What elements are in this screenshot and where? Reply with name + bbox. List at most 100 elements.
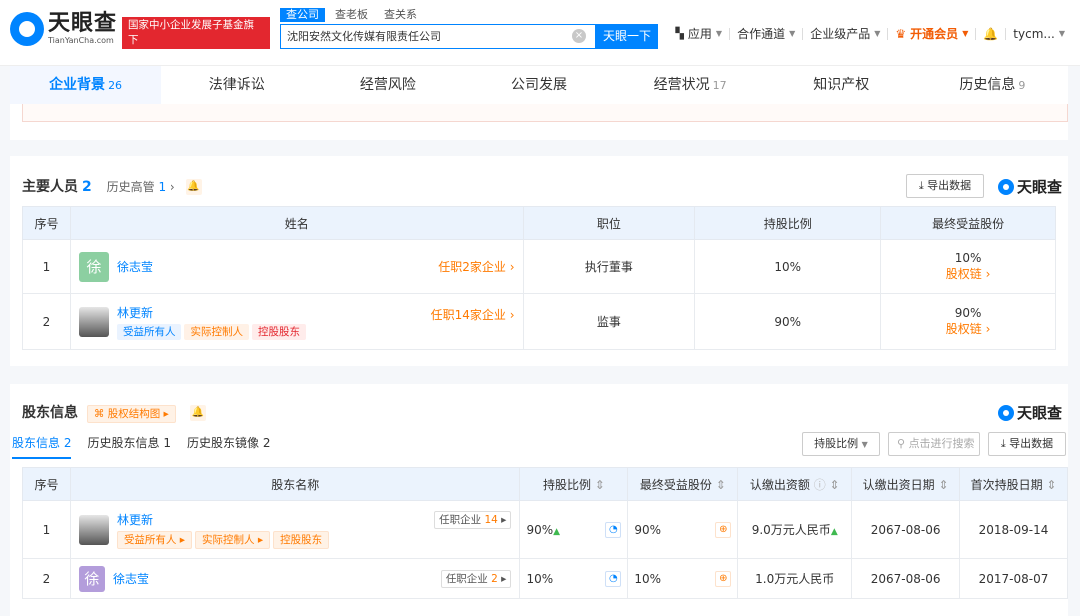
help-icon[interactable]: ⓘ [814,478,826,492]
structure-icon: ⌘ [93,408,105,420]
logo-name: 天眼查 [48,11,118,36]
tab-search-relation[interactable]: 查关系 [378,8,423,22]
brand-watermark: 天眼查 [998,176,1062,197]
export-data-button[interactable]: ⤓ 导出数据 [906,174,984,198]
column-header: 股东名称 [69,467,521,501]
column-header: 最终受益股份 [880,206,1056,240]
positions-button[interactable]: 任职企业 2 ▸ [440,569,512,588]
bell-icon[interactable]: 🔔 [189,405,206,421]
chevron-down-icon: ▼ [962,29,969,38]
person-name-link[interactable]: 徐志莹 [117,258,153,275]
trend-up-icon: ▲ [553,526,561,537]
key-personnel-section: 主要人员 2 历史高管 1 › 🔔 ⤓ 导出数据 天眼查 序号 姓名 职位 持股比… [10,156,1068,366]
logo-eye-icon [10,12,44,46]
sort-icon: ⇕ [715,477,726,492]
section-title: 股东信息 ⌘ 股权结构图 ▸ 🔔 [22,405,206,423]
nav-vip[interactable]: ♛ 开通会员 ▼ [888,28,977,40]
site-logo[interactable]: 天眼查 TianYanCha.com [10,12,117,46]
shareholder-name-link[interactable]: 林更新 [117,511,332,528]
nav-user-menu[interactable]: tycm... ▼ [1006,28,1072,40]
tab-search-boss[interactable]: 查老板 [329,8,374,22]
download-icon: ⤓ [1000,437,1010,450]
equity-chain-link[interactable]: 股权链 › [881,265,1055,282]
logo-eye-icon [998,178,1014,195]
target-icon[interactable]: ⊕ [715,570,732,587]
history-executives-link[interactable]: 历史高管 1 › [107,180,175,194]
tab-background[interactable]: 企业背景 26 [10,66,162,104]
tag-actual-controller[interactable]: 实际控制人 ▸ [195,530,271,549]
tab-ip[interactable]: 知识产权 [766,66,917,104]
tag-controlling-shareholder[interactable]: 控股股东 [251,323,306,340]
tab-operations[interactable]: 经营状况 17 [615,66,766,104]
trend-up-icon: ▲ [830,527,838,537]
search-type-tabs: 查公司 查老板 查关系 [280,8,423,22]
grid-icon: ▚ [675,27,684,40]
chevron-down-icon: ▼ [861,440,868,449]
shareholder-table: 序号 股东名称 持股比例 ⇕ 最终受益股份 ⇕ 认缴出资额 ⓘ ⇕ 认缴出资日期… [22,467,1068,599]
tab-history-shareholders[interactable]: 历史股东信息 1 [87,434,170,459]
column-header-sortable[interactable]: 认缴出资额 ⓘ ⇕ [737,467,853,501]
top-nav: ▚ 应用 ▼ 合作通道 ▼ 企业级产品 ▼ ♛ 开通会员 ▼ 🔔 tycm... ▼ [668,28,1072,40]
shareholder-subtabs: 股东信息 2 历史股东信息 1 历史股东镜像 2 [12,434,270,459]
bell-icon: 🔔 [983,27,999,41]
export-data-button[interactable]: ⤓ 导出数据 [988,432,1066,456]
clear-icon[interactable]: × [572,29,586,43]
nav-apps[interactable]: ▚ 应用 ▼ [668,27,731,40]
bell-icon[interactable]: 🔔 [185,179,202,195]
table-row: 2 徐 徐志莹 任职企业 2 ▸ 10% ◔ 10% ⊕ 1.0万元人民币 2067… [22,558,1068,599]
column-header: 姓名 [69,206,524,240]
pie-chart-icon[interactable]: ◔ [605,521,622,538]
tab-history-mirror[interactable]: 历史股东镜像 2 [187,434,270,459]
column-header: 持股比例 [694,206,882,240]
tab-litigation[interactable]: 法律诉讼 [161,66,312,104]
target-icon[interactable]: ⊕ [715,521,732,538]
tag-beneficial-owner[interactable]: 受益所有人 ▸ [116,530,193,549]
column-header-sortable[interactable]: 认缴出资日期 ⇕ [851,467,961,501]
table-row: 1 徐 徐志莹 任职2家企业 › 执行董事 10% 10% 股权链 › [22,239,1056,294]
sort-icon: ⇕ [938,477,949,492]
search-icon: ⚲ [897,437,909,450]
tab-history[interactable]: 历史信息 9 [917,66,1068,104]
section-title: 主要人员 2 历史高管 1 › 🔔 [22,179,202,195]
avatar: 徐 [78,251,109,282]
person-name-link[interactable]: 林更新 [117,304,309,321]
tag-beneficial-owner[interactable]: 受益所有人 [116,323,182,340]
column-header: 序号 [22,467,71,501]
tab-search-company[interactable]: 查公司 [280,8,325,22]
sort-icon: ⇕ [829,477,840,492]
personnel-table: 序号 姓名 职位 持股比例 最终受益股份 1 徐 徐志莹 任职2家企业 › 执行… [22,206,1056,350]
shareholder-name-link[interactable]: 徐志莹 [113,570,149,587]
equity-chain-link[interactable]: 股权链 › [881,320,1055,337]
nav-enterprise-products[interactable]: 企业级产品 ▼ [803,28,889,40]
tag-actual-controller[interactable]: 实际控制人 [184,323,249,340]
nav-notifications[interactable]: 🔔 [976,27,1007,41]
tab-risk[interactable]: 经营风险 [312,66,463,104]
avatar-photo [78,306,109,337]
positions-button[interactable]: 任职企业 14 ▸ [434,510,512,529]
table-row: 2 林更新 受益所有人 实际控制人 控股股东 任职14家企业 › 监事 90% … [22,293,1056,350]
tab-development[interactable]: 公司发展 [463,66,614,104]
nav-cooperation[interactable]: 合作通道 ▼ [730,28,804,40]
column-header-sortable[interactable]: 最终受益股份 ⇕ [627,467,739,501]
search-button[interactable]: 天眼一下 [596,24,658,49]
tab-shareholders[interactable]: 股东信息 2 [12,434,72,459]
company-section-tabs: 企业背景 26 法律诉讼 经营风险 公司发展 经营状况 17 知识产权 历史信息 9 [10,66,1068,104]
avatar: 徐 [78,565,105,592]
chevron-down-icon: ▼ [874,29,881,38]
column-header-sortable[interactable]: 持股比例 ⇕ [519,467,629,501]
search-input[interactable]: ⚲ 点击进行搜索 [888,432,980,456]
positions-link[interactable]: 任职14家企业 › [431,306,515,323]
logo-eye-icon [998,404,1014,421]
download-icon: ⤓ [918,179,928,192]
sort-icon: ⇕ [1046,477,1057,492]
equity-structure-button[interactable]: ⌘ 股权结构图 ▸ [86,405,176,423]
sort-by-share-dropdown[interactable]: 持股比例 ▼ [802,432,880,456]
search-input[interactable]: 沈阳安然文化传媒有限责任公司 [280,24,596,49]
tag-controlling-shareholder[interactable]: 控股股东 [273,530,330,549]
brand-watermark: 天眼查 [998,402,1062,423]
column-header-sortable[interactable]: 首次持股日期 ⇕ [959,467,1068,501]
positions-link[interactable]: 任职2家企业 › [438,258,514,275]
pie-chart-icon[interactable]: ◔ [605,570,622,587]
top-bar: 天眼查 TianYanCha.com 国家中小企业发展子基金旗下 官方备案企业征… [0,0,1080,66]
chevron-down-icon: ▼ [715,29,723,38]
